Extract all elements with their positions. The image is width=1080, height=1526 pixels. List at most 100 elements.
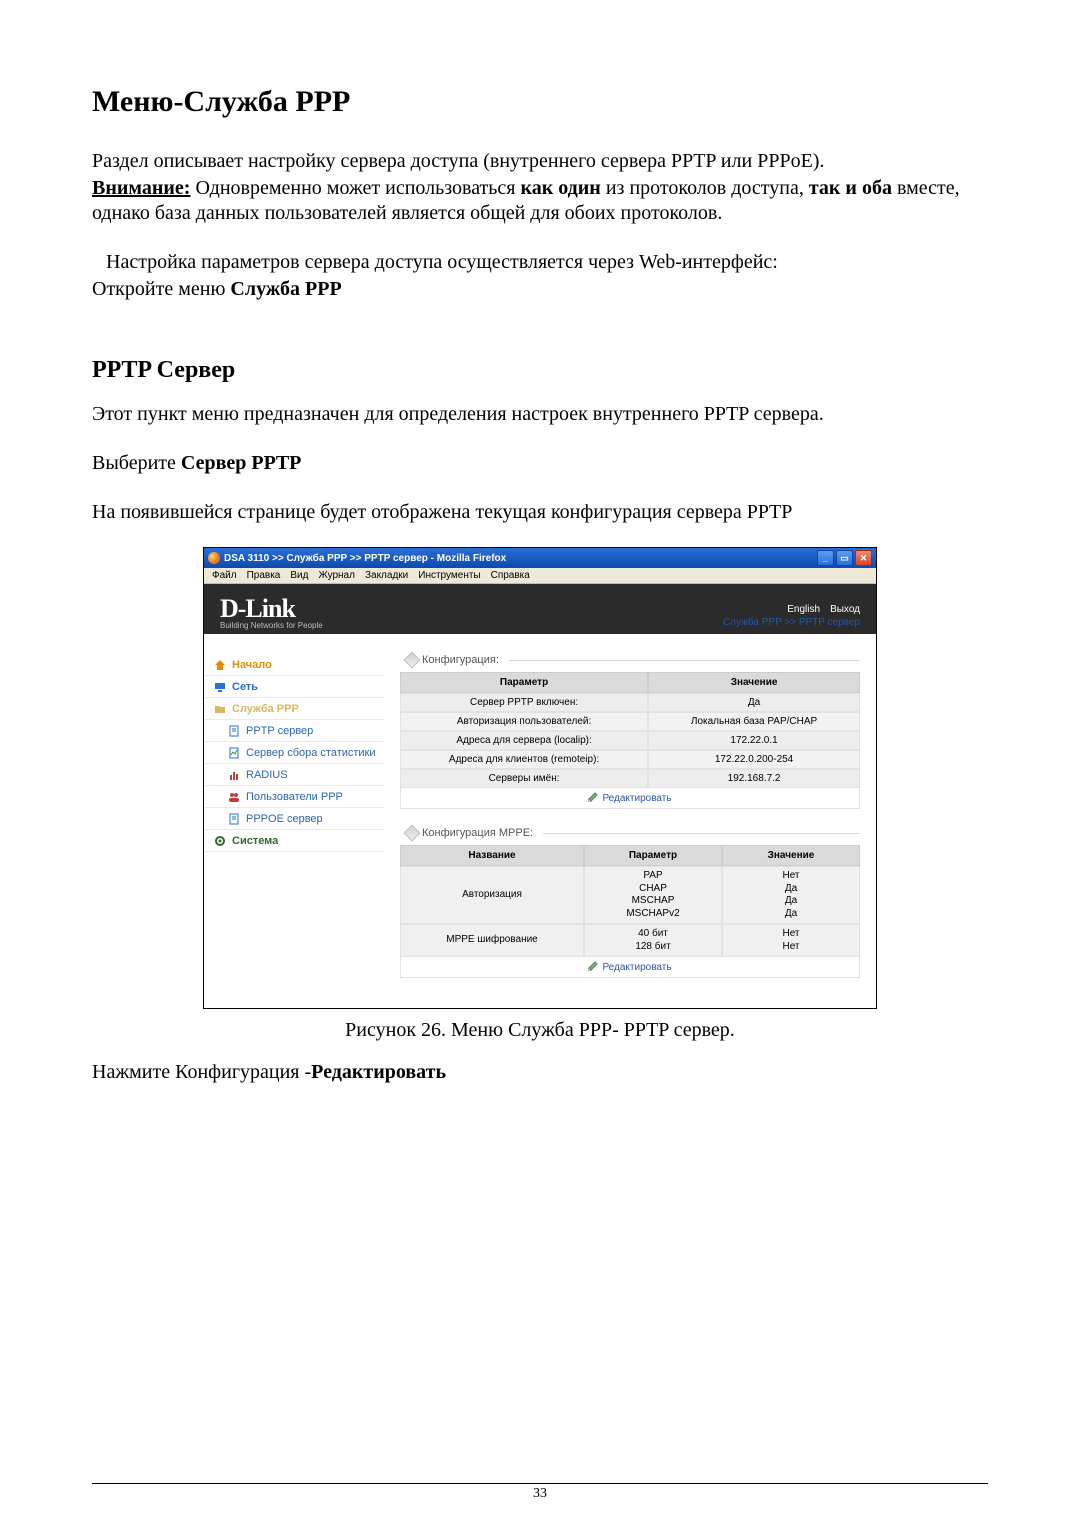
sidebar-item-служба-ppp[interactable]: Служба PPP [204,698,384,720]
table-row: Авторизация пользователей:Локальная база… [400,712,860,731]
edit-link[interactable]: Редактировать [588,793,671,804]
th-param: Параметр [584,845,722,866]
table-row: Адреса для клиентов (remoteip):172.22.0.… [400,750,860,769]
th-value: Значение [722,845,860,866]
sidebar-item-label: Пользователи PPP [246,791,343,803]
divider [543,833,860,834]
maximize-button[interactable]: ▭ [836,550,853,566]
menu-bookmarks[interactable]: Закладки [365,570,408,581]
close-button[interactable]: ✕ [855,550,872,566]
cell-value: 192.168.7.2 [648,769,860,788]
wand-icon [404,825,421,842]
cell-value: 172.22.0.200-254 [648,750,860,769]
monitor-icon [214,681,226,693]
sidebar-item-pptp-сервер[interactable]: PPTP сервер [204,720,384,742]
paragraph: Откройте меню Служба PPP [92,277,988,302]
gear-icon [214,835,226,847]
config-table: Параметр Значение Сервер PPTP включен:Да… [400,672,860,788]
mppe-table: Название Параметр Значение АвторизацияPA… [400,845,860,957]
cell-value: НетНет [722,924,860,957]
home-icon [214,659,226,671]
paragraph: Этот пункт меню предназначен для определ… [92,402,988,427]
menu-tools[interactable]: Инструменты [418,570,480,581]
page-stats-icon [228,747,240,759]
dlink-logo: D-Link [220,594,295,624]
screenshot-firefox-window: DSA 3110 >> Служба PPP >> PPTP сервер - … [203,547,877,1009]
minimize-button[interactable]: _ [817,550,834,566]
cell-value: 172.22.0.1 [648,731,860,750]
cell-param: PAPCHAPMSCHAPMSCHAPv2 [584,866,722,924]
sidebar-item-label: PPTP сервер [246,725,313,737]
paragraph: На появившейся странице будет отображена… [92,500,988,525]
cell-name: Авторизация [400,866,584,924]
sidebar-item-сервер-сбора-статистики[interactable]: Сервер сбора статистики [204,742,384,764]
logout-link[interactable]: Выход [830,604,860,615]
heading-1: Меню-Служба PPP [92,85,988,119]
sidebar: Начало Сеть Служба PPP PPTP сервер Сервер сб… [204,634,384,1008]
paragraph: Настройка параметров сервера доступа осу… [106,250,988,275]
table-row: MPPE шифрование40 бит128 битНетНет [400,924,860,957]
menu-file[interactable]: Файл [212,570,237,581]
sidebar-item-label: RADIUS [246,769,288,781]
edit-link[interactable]: Редактировать [588,962,671,973]
sidebar-item-label: Система [232,835,278,847]
wand-icon [404,652,421,669]
window-title: DSA 3110 >> Служба PPP >> PPTP сервер - … [224,553,506,564]
sidebar-item-система[interactable]: Система [204,830,384,852]
divider [509,660,860,661]
cell-param: Сервер PPTP включен: [400,693,648,712]
lang-link[interactable]: English [787,604,820,615]
edit-mppe-row: Редактировать [400,957,860,978]
menu-view[interactable]: Вид [290,570,308,581]
sidebar-item-label: Служба PPP [232,703,299,715]
edit-label: Редактировать [602,962,671,973]
table-row: АвторизацияPAPCHAPMSCHAPMSCHAPv2НетДаДаД… [400,866,860,924]
table-row: Адреса для сервера (localip):172.22.0.1 [400,731,860,750]
sidebar-item-radius[interactable]: RADIUS [204,764,384,786]
cell-param: Серверы имён: [400,769,648,788]
menu-history[interactable]: Журнал [318,570,355,581]
page-icon [228,813,240,825]
users-icon [228,791,240,803]
menu-help[interactable]: Справка [491,570,530,581]
sidebar-item-начало[interactable]: Начало [204,654,384,676]
sidebar-item-пользователи-ppp[interactable]: Пользователи PPP [204,786,384,808]
pencil-icon [588,792,598,802]
cell-value: НетДаДаДа [722,866,860,924]
paragraph: Внимание: Одновременно может использоват… [92,176,988,226]
cell-param: Адреса для клиентов (remoteip): [400,750,648,769]
section-label-config: Конфигурация: [406,654,860,666]
firefox-icon [208,552,220,564]
sidebar-item-label: Сервер сбора статистики [246,747,376,759]
browser-menubar: Файл Правка Вид Журнал Закладки Инструме… [204,568,876,584]
folder-icon [214,703,226,715]
table-row: Серверы имён:192.168.7.2 [400,769,860,788]
th-value: Значение [648,672,860,693]
footer-rule [92,1483,988,1484]
dlink-tagline: Building Networks for People [220,621,323,630]
barchart-icon [228,769,240,781]
figure-caption: Рисунок 26. Меню Служба PPP- PPTP сервер… [92,1019,988,1042]
emphasis-attention: Внимание: [92,177,190,199]
cell-value: Локальная база PAP/CHAP [648,712,860,731]
sidebar-item-label: PPPOE сервер [246,813,323,825]
th-name: Название [400,845,584,866]
table-row: Сервер PPTP включен:Да [400,693,860,712]
cell-param: Адреса для сервера (localip): [400,731,648,750]
paragraph: Раздел описывает настройку сервера досту… [92,149,988,174]
sidebar-item-label: Сеть [232,681,258,693]
edit-label: Редактировать [602,793,671,804]
main-panel: Конфигурация: Параметр Значение Сервер P… [384,634,876,1008]
window-titlebar: DSA 3110 >> Служба PPP >> PPTP сервер - … [204,548,876,568]
sidebar-item-label: Начало [232,659,272,671]
cell-name: MPPE шифрование [400,924,584,957]
sidebar-item-pppoe-сервер[interactable]: PPPOE сервер [204,808,384,830]
breadcrumb: Служба PPP >> PPTP сервер [723,617,860,628]
cell-value: Да [648,693,860,712]
sidebar-item-сеть[interactable]: Сеть [204,676,384,698]
page-icon [228,725,240,737]
cell-param: Авторизация пользователей: [400,712,648,731]
paragraph: Выберите Сервер PPTP [92,451,988,476]
page-number: 33 [0,1486,1080,1502]
menu-edit[interactable]: Правка [247,570,281,581]
